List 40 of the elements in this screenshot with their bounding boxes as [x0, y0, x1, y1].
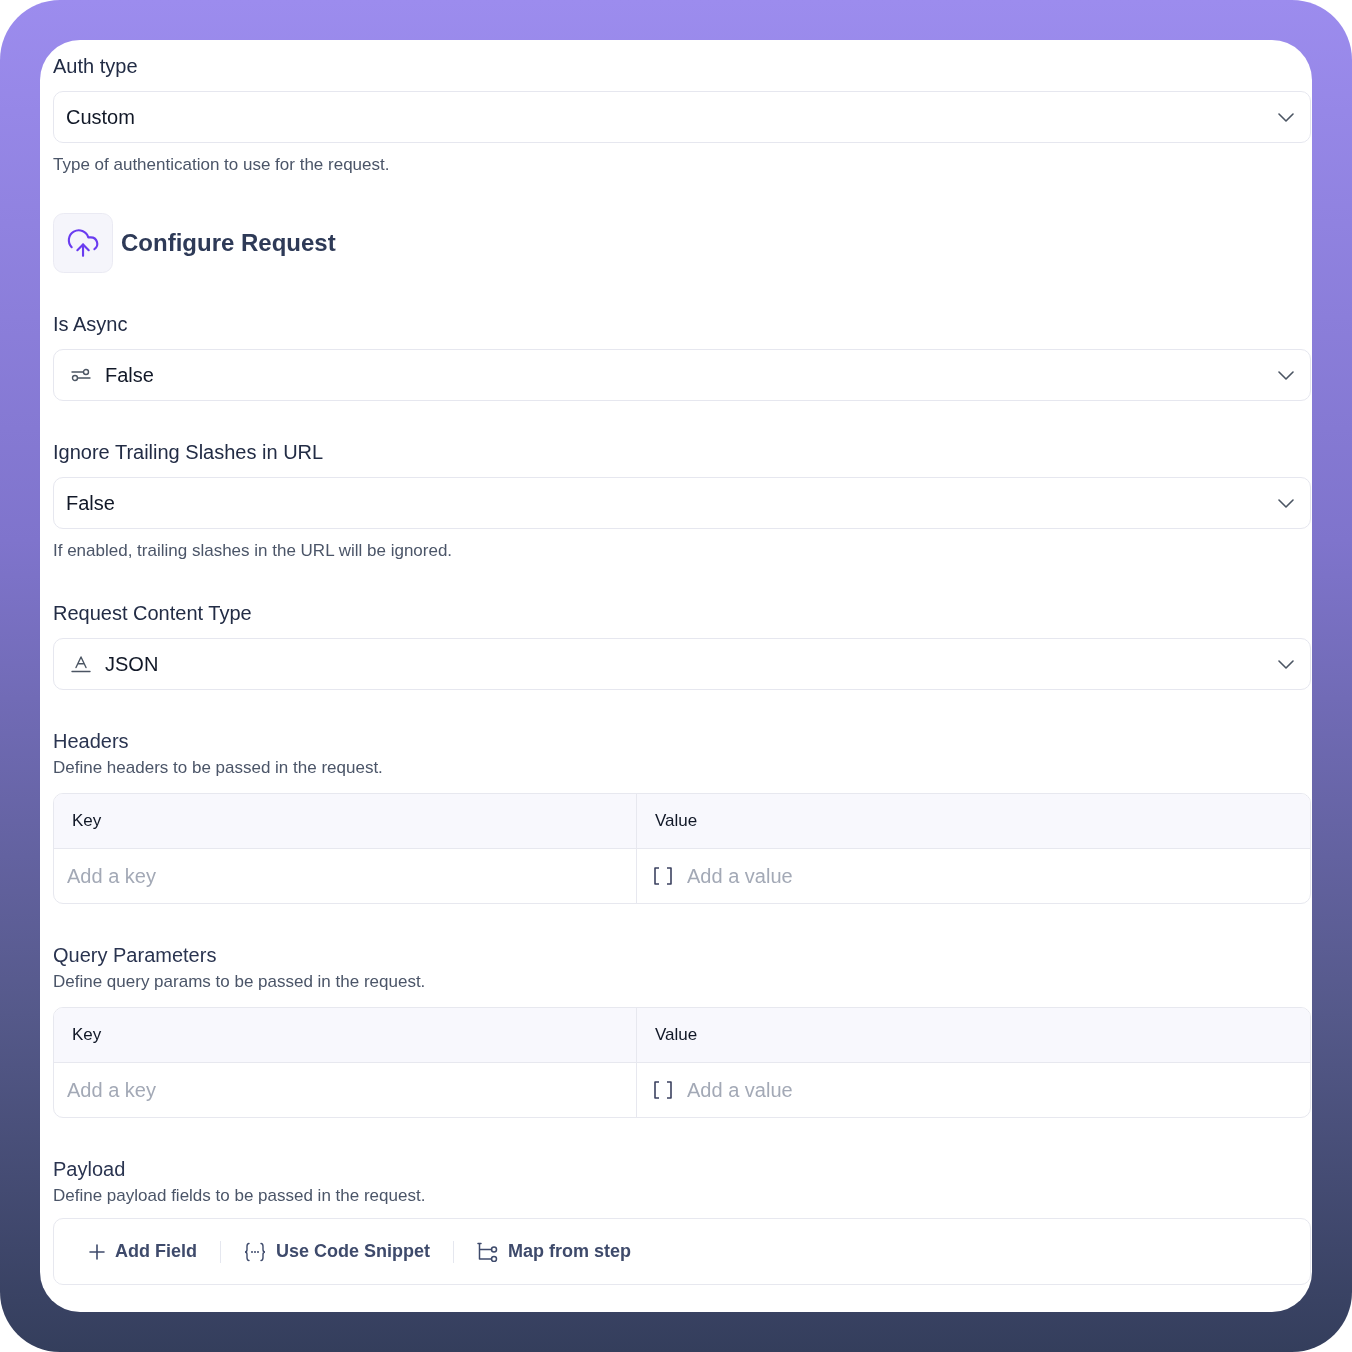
- add-field-button[interactable]: Add Field: [75, 1234, 211, 1269]
- group-description: Define query params to be passed in the request.: [53, 971, 427, 993]
- brackets-icon: [653, 867, 673, 885]
- column-header: Key: [54, 1008, 637, 1063]
- field-label: Ignore Trailing Slashes in URL: [53, 440, 325, 464]
- group-description: Define headers to be passed in the request.: [53, 757, 384, 779]
- brackets-icon: [653, 1081, 673, 1099]
- value-input[interactable]: Add a value: [687, 1063, 1310, 1117]
- key-input[interactable]: Add a key: [54, 1063, 636, 1117]
- help-text: If enabled, trailing slashes in the URL will be ignored.: [53, 540, 454, 562]
- key-input[interactable]: Add a key: [54, 849, 636, 903]
- field-label: Request Content Type: [53, 601, 253, 625]
- chevron-down-icon: [1278, 659, 1294, 669]
- plus-icon: [89, 1243, 105, 1260]
- dropdown[interactable]: False: [53, 349, 1311, 401]
- chevron-down-icon: [1278, 112, 1294, 122]
- group-title: Query Parameters: [53, 943, 218, 967]
- group-title: Headers: [53, 729, 130, 753]
- field-label: Auth type: [53, 54, 139, 78]
- dropdown[interactable]: JSON: [53, 638, 1311, 690]
- chevron-down-icon: [1278, 498, 1294, 508]
- text-type-icon: [71, 655, 91, 673]
- column-header: Value: [637, 794, 1310, 849]
- sliders-icon: [71, 368, 91, 382]
- group-title: Payload: [53, 1157, 127, 1181]
- chevron-down-icon: [1278, 370, 1294, 380]
- cloud-upload-icon: [53, 213, 113, 273]
- dropdown[interactable]: Custom: [53, 91, 1311, 143]
- map-from-step-button[interactable]: Map from step: [463, 1234, 646, 1269]
- group-description: Define payload fields to be passed in the request.: [53, 1185, 427, 1207]
- branch-icon: [477, 1241, 499, 1262]
- field-label: Is Async: [53, 312, 129, 336]
- dropdown[interactable]: False: [53, 477, 1311, 529]
- column-header: Key: [54, 794, 637, 849]
- section-title: Configure Request: [121, 228, 336, 258]
- column-header: Value: [637, 1008, 1310, 1063]
- value-input[interactable]: Add a value: [687, 849, 1310, 903]
- code-braces-icon: [244, 1241, 266, 1262]
- help-text: Type of authentication to use for the request.: [53, 154, 391, 176]
- code-snippet-button[interactable]: Use Code Snippet: [230, 1234, 445, 1269]
